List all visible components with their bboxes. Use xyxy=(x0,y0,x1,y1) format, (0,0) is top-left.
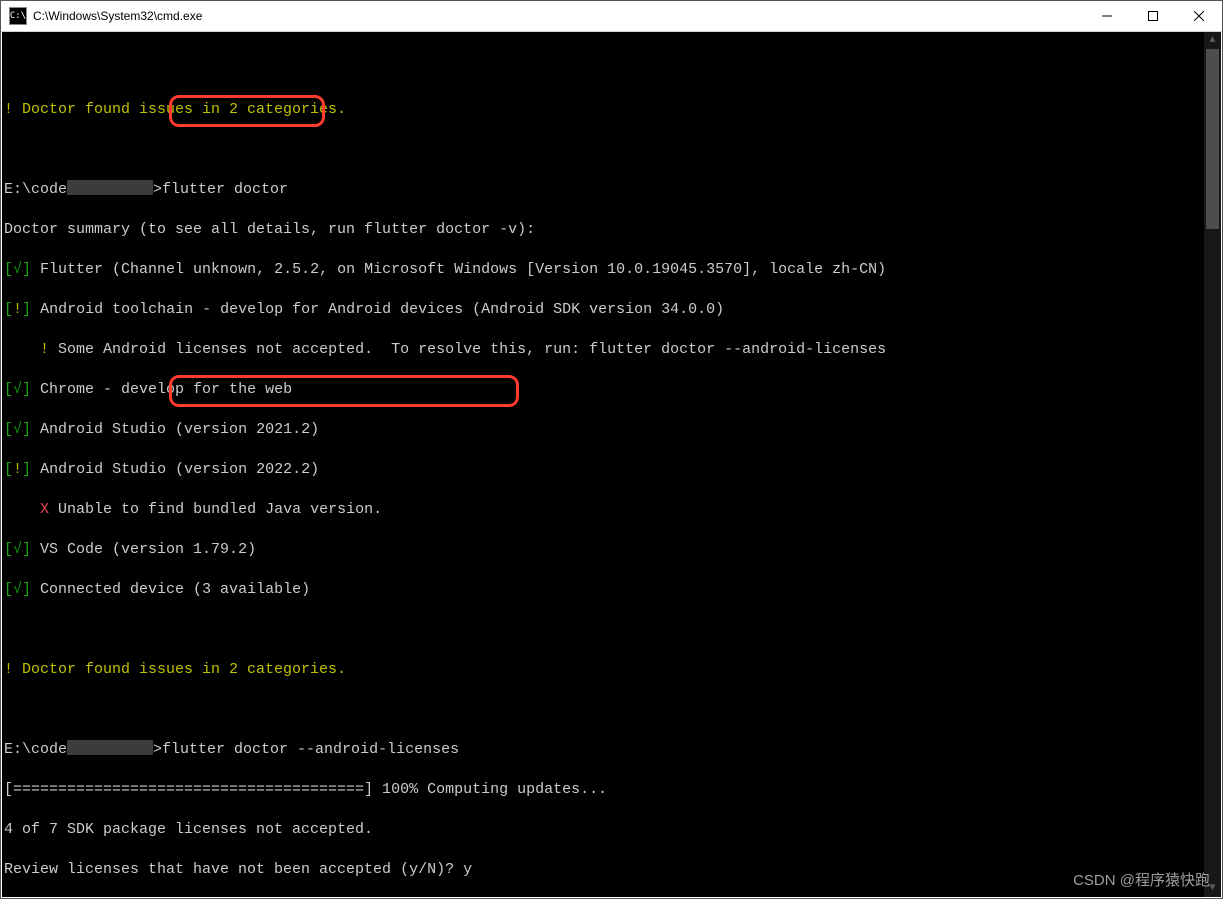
maximize-button[interactable] xyxy=(1130,1,1176,31)
output-line: [!] Android Studio (version 2022.2) xyxy=(2,460,1221,480)
output-line: [√] Connected device (3 available) xyxy=(2,580,1221,600)
output-line: ! Some Android licenses not accepted. To… xyxy=(2,340,1221,360)
prompt-line: E:\code>flutter doctor --android-license… xyxy=(2,740,1221,760)
output-line: ! Doctor found issues in 2 categories. xyxy=(2,660,1221,680)
output-line: [√] VS Code (version 1.79.2) xyxy=(2,540,1221,560)
close-button[interactable] xyxy=(1176,1,1222,31)
output-line: [√] Chrome - develop for the web xyxy=(2,380,1221,400)
scroll-down-icon[interactable]: ▼ xyxy=(1204,880,1221,897)
redacted-segment xyxy=(67,180,153,195)
output-line: [√] Android Studio (version 2021.2) xyxy=(2,420,1221,440)
scrollbar[interactable]: ▲ ▼ xyxy=(1204,32,1221,897)
cmd-icon: C:\ xyxy=(9,7,27,25)
output-line: [!] Android toolchain - develop for Andr… xyxy=(2,300,1221,320)
output-line: Review licenses that have not been accep… xyxy=(2,860,1221,880)
scroll-up-icon[interactable]: ▲ xyxy=(1204,32,1221,49)
output-line xyxy=(2,140,1221,160)
output-line xyxy=(2,700,1221,720)
terminal[interactable]: ! Doctor found issues in 2 categories. E… xyxy=(2,32,1221,897)
output-line xyxy=(2,60,1221,80)
minimize-button[interactable] xyxy=(1084,1,1130,31)
window: C:\ C:\Windows\System32\cmd.exe ! Doctor… xyxy=(0,0,1223,899)
output-line: [=======================================… xyxy=(2,780,1221,800)
scroll-thumb[interactable] xyxy=(1206,49,1219,229)
window-title: C:\Windows\System32\cmd.exe xyxy=(33,9,202,23)
output-line: Doctor summary (to see all details, run … xyxy=(2,220,1221,240)
output-line xyxy=(2,620,1221,640)
output-line: [√] Flutter (Channel unknown, 2.5.2, on … xyxy=(2,260,1221,280)
output-line: X Unable to find bundled Java version. xyxy=(2,500,1221,520)
redacted-segment xyxy=(67,740,153,755)
output-line: 4 of 7 SDK package licenses not accepted… xyxy=(2,820,1221,840)
prompt-line: E:\code>flutter doctor xyxy=(2,180,1221,200)
titlebar[interactable]: C:\ C:\Windows\System32\cmd.exe xyxy=(1,1,1222,32)
output-line: ! Doctor found issues in 2 categories. xyxy=(2,100,1221,120)
